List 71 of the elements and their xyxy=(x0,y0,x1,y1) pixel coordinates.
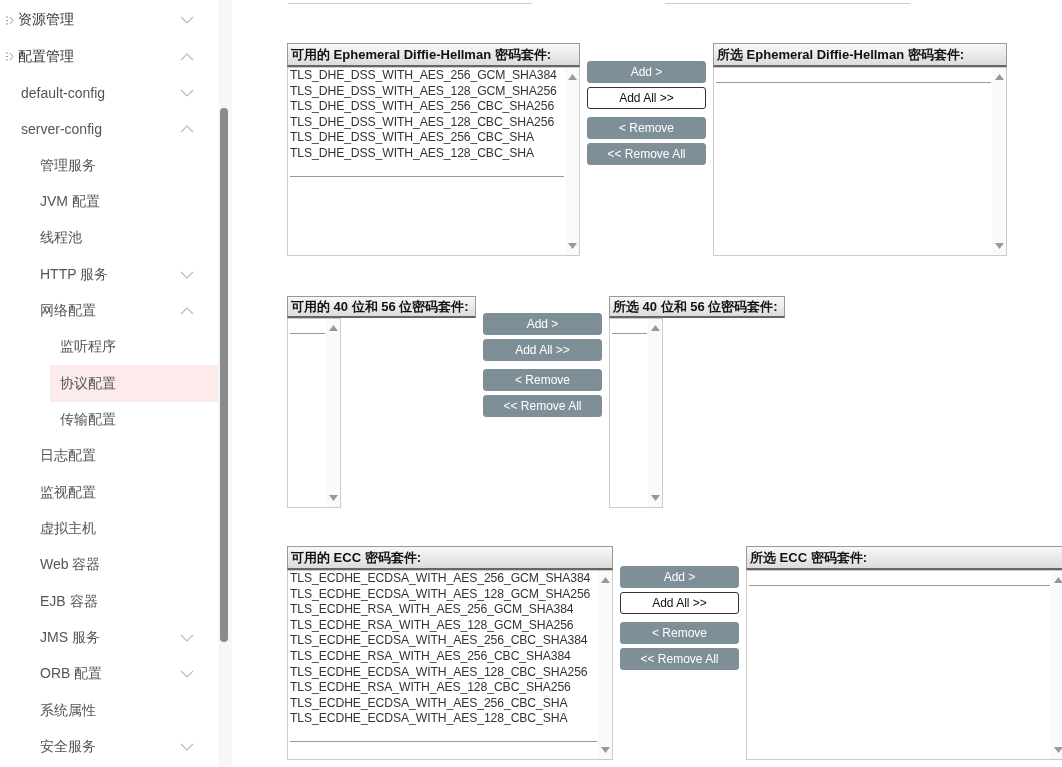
list-option[interactable]: TLS_ECDHE_ECDSA_WITH_AES_128_CBC_SHA256 xyxy=(290,664,597,681)
list-option[interactable]: TLS_DHE_DSS_WITH_AES_128_CBC_SHA256 xyxy=(290,114,564,131)
list-header: 所选 ECC 密码套件: xyxy=(746,546,1062,570)
sidebar-item[interactable]: HTTP 服务 xyxy=(30,256,218,293)
sidebar-item[interactable]: 配置管理 xyxy=(0,38,218,75)
sidebar-item[interactable]: default-config xyxy=(11,74,218,112)
scroll-down-icon[interactable] xyxy=(328,495,338,501)
sidebar-item[interactable]: EJB 容器 xyxy=(30,583,218,620)
chevron-down-icon xyxy=(180,670,194,679)
chevron-down-icon xyxy=(180,270,194,279)
sidebar-item[interactable]: 日志配置 xyxy=(30,438,218,475)
sidebar-item[interactable]: 监听程序 xyxy=(50,329,218,366)
sidebar-item[interactable]: Web 容器 xyxy=(30,547,218,584)
sidebar-item[interactable]: 系统属性 xyxy=(30,692,218,729)
sidebar-item[interactable]: 管理服务 xyxy=(30,147,218,184)
chevron-up-icon xyxy=(180,306,194,315)
scroll-down-icon[interactable] xyxy=(1053,747,1062,753)
list-option[interactable]: TLS_DHE_DSS_WITH_AES_256_GCM_SHA384 xyxy=(290,68,564,84)
list-option[interactable]: TLS_ECDHE_ECDSA_WITH_AES_128_GCM_SHA256 xyxy=(290,586,597,603)
transfer-button[interactable]: Add All >> xyxy=(620,592,739,614)
list-header: 所选 Ephemeral Diffie-Hellman 密码套件: xyxy=(713,43,1007,67)
list-option[interactable]: TLS_DHE_DSS_WITH_AES_256_CBC_SHA xyxy=(290,130,564,146)
sidebar-item[interactable]: server-config xyxy=(11,111,218,148)
list-option[interactable]: TLS_ECDHE_RSA_WITH_AES_128_CBC_SHA256 xyxy=(290,680,597,696)
list-header: 可用的 40 位和 56 位密码套件: xyxy=(287,296,476,318)
sidebar-item[interactable]: 协议配置 xyxy=(50,365,218,402)
scrollbar-thumb[interactable] xyxy=(220,108,228,642)
scroll-up-icon[interactable] xyxy=(328,325,338,331)
scroll-down-icon[interactable] xyxy=(600,747,610,753)
list-option[interactable]: TLS_ECDHE_ECDSA_WITH_AES_256_GCM_SHA384 xyxy=(290,571,597,587)
list-option[interactable]: TLS_DHE_DSS_WITH_AES_128_CBC_SHA xyxy=(290,145,564,162)
sidebar-item[interactable]: JMS 服务 xyxy=(30,619,218,657)
list-option[interactable]: TLS_ECDHE_ECDSA_WITH_AES_256_CBC_SHA xyxy=(290,695,597,712)
sidebar-item[interactable]: JVM 配置 xyxy=(30,183,218,221)
list-option[interactable]: TLS_ECDHE_ECDSA_WITH_AES_256_CBC_SHA384 xyxy=(290,633,597,649)
scroll-up-icon[interactable] xyxy=(600,577,610,583)
list-option[interactable]: TLS_ECDHE_RSA_WITH_AES_256_GCM_SHA384 xyxy=(290,602,597,618)
tree-icon xyxy=(5,52,14,61)
list-box[interactable] xyxy=(287,570,613,760)
list-option[interactable]: TLS_ECDHE_RSA_WITH_AES_128_GCM_SHA256 xyxy=(290,617,597,634)
scroll-up-icon[interactable] xyxy=(994,74,1004,80)
list-header: 可用的 Ephemeral Diffie-Hellman 密码套件: xyxy=(287,43,580,67)
list-header: 可用的 ECC 密码套件: xyxy=(287,546,613,570)
list-option[interactable]: TLS_DHE_DSS_WITH_AES_128_GCM_SHA256 xyxy=(290,83,564,100)
sidebar-item[interactable]: 监视配置 xyxy=(30,474,218,511)
chevron-down-icon xyxy=(180,16,194,25)
list-option[interactable]: TLS_DHE_DSS_WITH_AES_256_CBC_SHA256 xyxy=(290,99,564,115)
list-option[interactable]: TLS_ECDHE_ECDSA_WITH_AES_128_CBC_SHA xyxy=(290,711,597,727)
scroll-up-icon[interactable] xyxy=(567,74,577,80)
chevron-down-icon xyxy=(180,743,194,752)
list-box[interactable] xyxy=(287,67,580,256)
tree-icon xyxy=(5,15,14,25)
chevron-down-icon xyxy=(180,88,194,97)
chevron-up-icon xyxy=(180,52,194,61)
sidebar-item[interactable]: 资源管理 xyxy=(0,2,218,39)
scroll-up-icon[interactable] xyxy=(1053,577,1062,583)
sidebar-item[interactable]: 传输配置 xyxy=(50,401,218,439)
sidebar-item[interactable]: 网络配置 xyxy=(30,292,218,330)
list-option[interactable]: TLS_ECDHE_RSA_WITH_AES_256_CBC_SHA384 xyxy=(290,648,597,665)
sidebar-item[interactable]: 线程池 xyxy=(30,220,218,257)
scroll-down-icon[interactable] xyxy=(567,243,577,249)
scroll-down-icon[interactable] xyxy=(994,243,1004,249)
scroll-up-icon[interactable] xyxy=(650,325,660,331)
sidebar-item[interactable]: 虚拟主机 xyxy=(30,510,218,548)
sidebar-item[interactable]: 安全服务 xyxy=(30,728,218,766)
chevron-down-icon xyxy=(180,634,194,642)
sidebar-item[interactable]: ORB 配置 xyxy=(30,656,218,693)
chevron-up-icon xyxy=(180,125,194,134)
list-header: 所选 40 位和 56 位密码套件: xyxy=(609,296,785,318)
transfer-button[interactable]: Add All >> xyxy=(587,87,706,109)
scroll-down-icon[interactable] xyxy=(650,495,660,501)
